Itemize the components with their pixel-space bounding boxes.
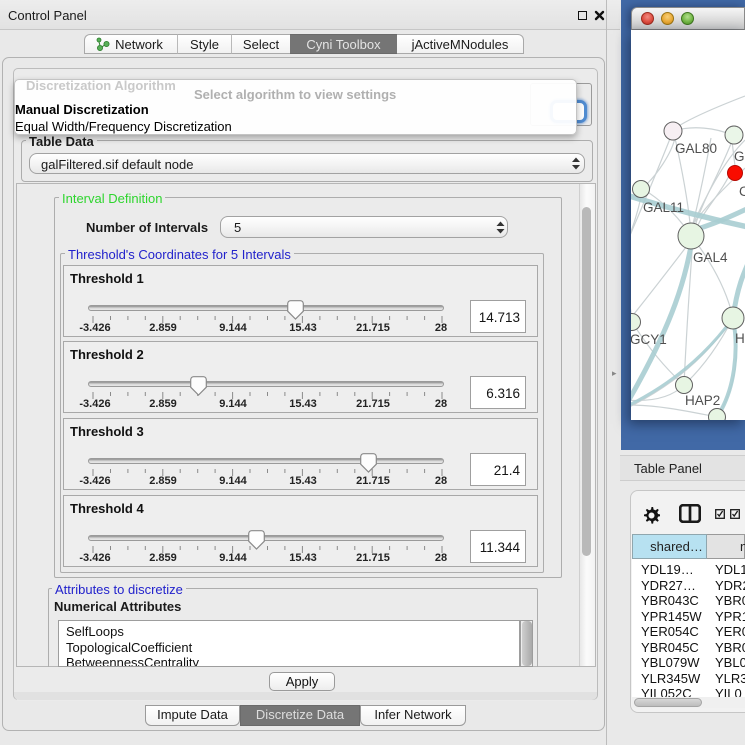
svg-text:GAL80: GAL80 — [675, 141, 717, 156]
svg-text:H: H — [735, 331, 745, 346]
svg-text:GAL4: GAL4 — [693, 250, 728, 265]
svg-text:G.: G. — [734, 149, 745, 164]
svg-text:GAL11: GAL11 — [643, 200, 684, 215]
svg-text:HAP2: HAP2 — [685, 393, 720, 408]
svg-text:GCY1: GCY1 — [631, 332, 667, 347]
svg-text:C: C — [739, 184, 745, 199]
